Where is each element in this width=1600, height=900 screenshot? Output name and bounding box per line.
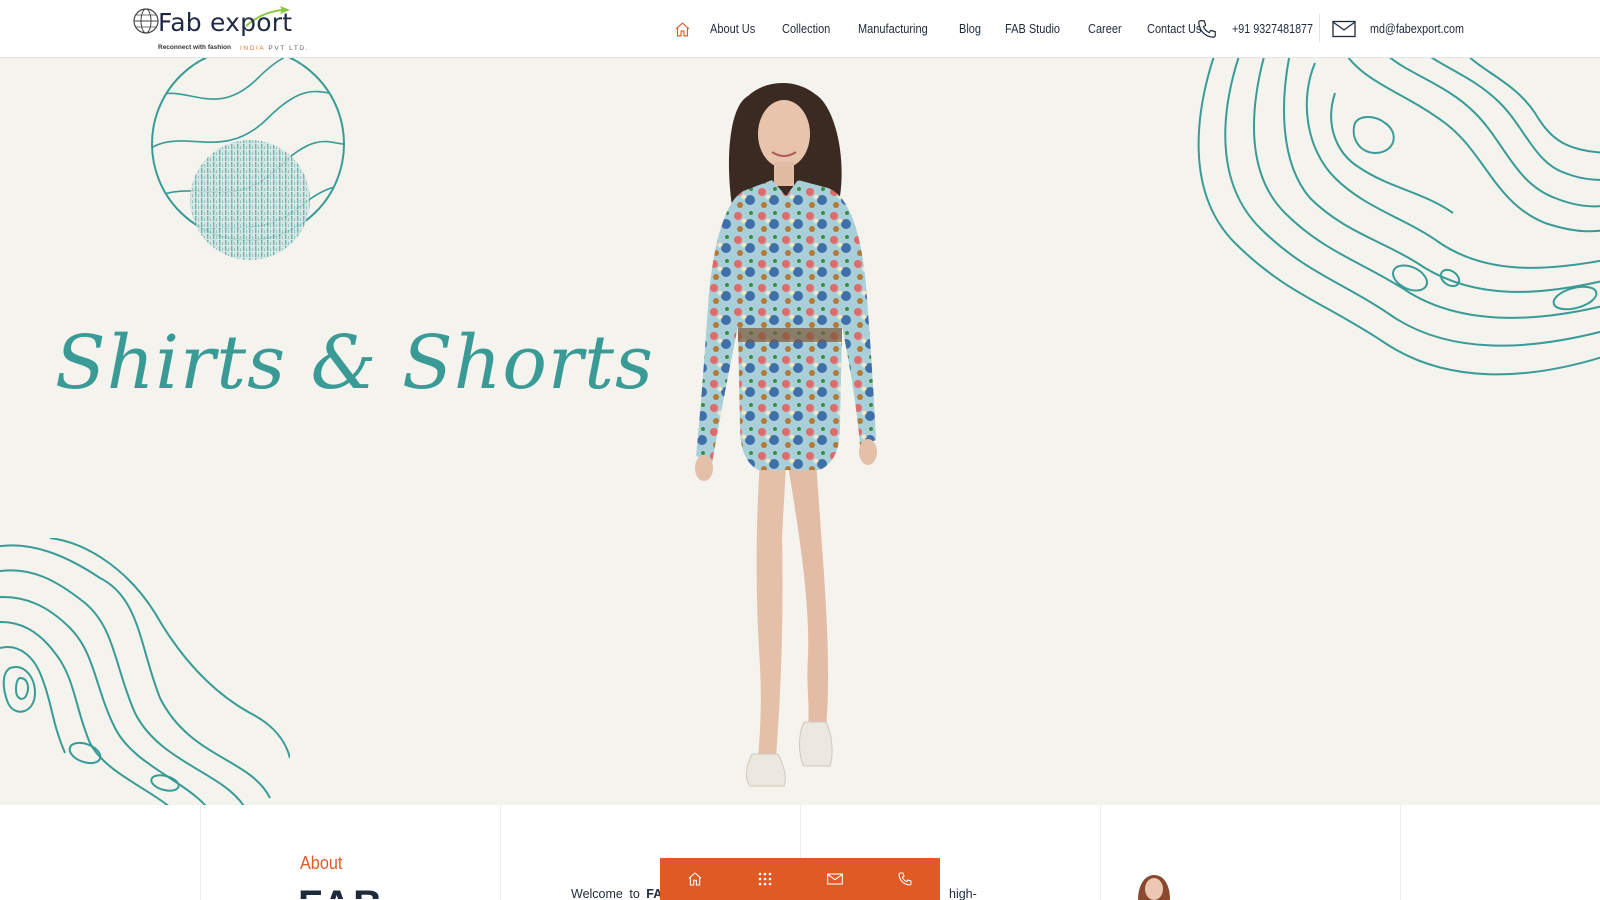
about-label: About [300,853,343,873]
header-divider [1319,14,1320,42]
mail-icon [827,873,843,885]
quickbar-menu-button[interactable] [745,859,785,899]
column-divider [1100,805,1101,900]
hero-banner: Shirts & Shorts [0,58,1600,805]
welcome-text: Welcome to FAB [571,887,671,900]
home-icon [688,872,702,886]
decorative-topographic-lines-left [0,538,290,805]
phone-number: +91 9327481877 [1232,22,1314,36]
nav-manufacturing[interactable]: Manufacturing [858,22,928,36]
logo-subtitle: INDIA PVT LTD. [240,45,309,52]
nav-about-us[interactable]: About Us [710,22,755,36]
logo-sub-highlight: INDIA [240,45,265,52]
nav-contact-us[interactable]: Contact Us [1147,22,1201,36]
main-nav: About Us Collection Manufacturing Blog F… [672,0,1230,58]
header-email-link[interactable]: md@fabexport.com [1332,0,1479,58]
decorative-topographic-lines-right [1197,58,1600,376]
nav-fab-studio[interactable]: FAB Studio [1005,22,1060,36]
nav-career[interactable]: Career [1088,22,1122,36]
column-divider [200,805,201,900]
phone-icon [1198,20,1216,38]
quickbar-mail-button[interactable] [815,859,855,899]
phone-icon [898,872,912,886]
nav-blog[interactable]: Blog [959,22,981,36]
column-divider [1400,805,1401,900]
logo-tagline: Reconnect with fashion [158,44,231,51]
site-header: Fab export Reconnect with fashion INDIA … [0,0,1600,58]
hero-model-image [695,82,877,787]
team-member-photo [1138,875,1170,900]
quickbar-phone-button[interactable] [885,859,925,899]
brand-logo[interactable]: Fab export Reconnect with fashion INDIA … [132,4,312,54]
decorative-textured-circle [190,140,310,260]
header-phone-link[interactable]: +91 9327481877 [1196,0,1326,58]
column-divider [500,805,501,900]
about-trailing-text: high- [949,887,977,900]
welcome-prefix: Welcome to [571,887,640,900]
logo-sub-rest: PVT LTD. [264,45,310,52]
about-heading: FAB [298,885,384,899]
mobile-quick-bar [660,858,940,900]
email-address: md@fabexport.com [1370,22,1464,36]
nav-home-button[interactable] [672,19,692,39]
quickbar-home-button[interactable] [675,859,715,899]
hero-title: Shirts & Shorts [55,320,655,406]
logo-wordmark: Fab export [158,8,293,37]
nav-collection[interactable]: Collection [782,22,830,36]
mail-icon [1332,20,1356,38]
grid-icon [758,872,772,886]
home-icon [675,22,689,36]
